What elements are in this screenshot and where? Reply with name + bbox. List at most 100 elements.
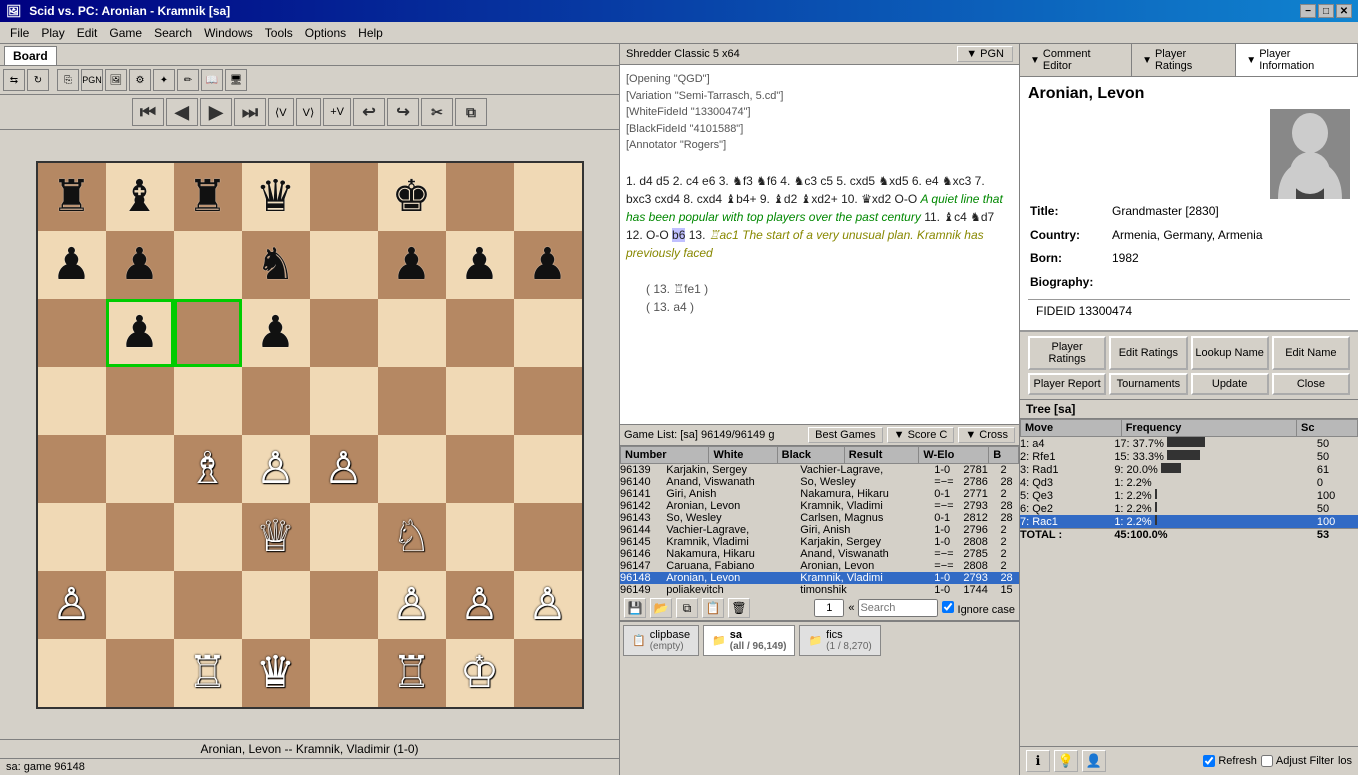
tree-move[interactable]: 4: Qd3: [1020, 476, 1114, 489]
comment-editor-tab[interactable]: ▼ Comment Editor: [1020, 44, 1132, 76]
info-icon-button[interactable]: ℹ: [1026, 750, 1050, 772]
tree-col-freq[interactable]: Frequency: [1121, 420, 1296, 437]
truncate-button[interactable]: ✂: [421, 98, 453, 126]
adjust-filter-checkbox[interactable]: [1261, 755, 1273, 767]
tree-row[interactable]: 1: a4 17: 37.7% 50: [1020, 437, 1358, 450]
menu-windows[interactable]: Windows: [198, 24, 259, 42]
square-e5[interactable]: [310, 367, 378, 435]
square-a6[interactable]: [38, 299, 106, 367]
search-filter-input[interactable]: [858, 599, 938, 617]
square-f8[interactable]: ♚: [378, 163, 446, 231]
square-a3[interactable]: [38, 503, 106, 571]
col-white[interactable]: White: [709, 447, 777, 464]
square-a1[interactable]: [38, 639, 106, 707]
variation2[interactable]: ( 13. a4 ): [646, 300, 694, 314]
menu-help[interactable]: Help: [352, 24, 389, 42]
refresh-checkbox[interactable]: [1203, 755, 1215, 767]
score-button[interactable]: ▼ Score C: [887, 427, 955, 443]
square-c5[interactable]: [174, 367, 242, 435]
tree-move[interactable]: 5: Qe3: [1020, 489, 1114, 502]
square-h3[interactable]: [514, 503, 582, 571]
col-number[interactable]: Number: [621, 447, 709, 464]
ignore-case-checkbox[interactable]: [942, 601, 954, 613]
delete-icon-button[interactable]: 🗑: [728, 598, 750, 618]
tree-col-move[interactable]: Move: [1021, 420, 1122, 437]
square-a7[interactable]: ♟: [38, 231, 106, 299]
edit-name-button[interactable]: Edit Name: [1272, 336, 1350, 370]
square-e3[interactable]: [310, 503, 378, 571]
tree-row[interactable]: 2: Rfe1 15: 33.3% 50: [1020, 450, 1358, 463]
game-list-row[interactable]: 96145 Kramnik, Vladimi Karjakin, Sergey …: [620, 536, 1019, 548]
square-d4[interactable]: ♙: [242, 435, 310, 503]
game-list-row[interactable]: 96144 Vachier-Lagrave, Giri, Anish 1-0 2…: [620, 524, 1019, 536]
square-g7[interactable]: ♟: [446, 231, 514, 299]
game-list-scroll[interactable]: 96139 Karjakin, Sergey Vachier-Lagrave, …: [620, 464, 1019, 596]
highlighted-move[interactable]: b6: [672, 228, 685, 242]
square-d7[interactable]: ♞: [242, 231, 310, 299]
tree-move[interactable]: 2: Rfe1: [1020, 450, 1114, 463]
square-h4[interactable]: [514, 435, 582, 503]
variation1[interactable]: ( 13. ♖fe1 ): [646, 282, 708, 296]
square-c7[interactable]: [174, 231, 242, 299]
open-icon-button[interactable]: 📂: [650, 598, 672, 618]
square-b3[interactable]: [106, 503, 174, 571]
best-games-button[interactable]: Best Games: [808, 427, 883, 443]
square-f5[interactable]: [378, 367, 446, 435]
tree-move[interactable]: 3: Rad1: [1020, 463, 1114, 476]
square-g5[interactable]: [446, 367, 514, 435]
tree-move[interactable]: 6: Qe2: [1020, 502, 1114, 515]
square-a4[interactable]: [38, 435, 106, 503]
square-d5[interactable]: [242, 367, 310, 435]
square-f1[interactable]: ♖: [378, 639, 446, 707]
maximize-button[interactable]: □: [1318, 4, 1334, 18]
square-d3[interactable]: ♕: [242, 503, 310, 571]
square-h6[interactable]: [514, 299, 582, 367]
square-g3[interactable]: [446, 503, 514, 571]
square-a8[interactable]: ♜: [38, 163, 106, 231]
square-c8[interactable]: ♜: [174, 163, 242, 231]
col-result[interactable]: Result: [844, 447, 919, 464]
menu-search[interactable]: Search: [148, 24, 198, 42]
square-h8[interactable]: [514, 163, 582, 231]
menu-play[interactable]: Play: [35, 24, 70, 42]
square-e2[interactable]: [310, 571, 378, 639]
update-button[interactable]: Update: [1191, 373, 1269, 395]
rotate-button[interactable]: ↻: [27, 69, 49, 91]
square-h1[interactable]: [514, 639, 582, 707]
square-b4[interactable]: [106, 435, 174, 503]
cross-button[interactable]: ▼ Cross: [958, 427, 1015, 443]
square-b5[interactable]: [106, 367, 174, 435]
square-c1[interactable]: ♖: [174, 639, 242, 707]
edit-ratings-button[interactable]: Edit Ratings: [1109, 336, 1187, 370]
player-ratings-button[interactable]: Player Ratings: [1028, 336, 1106, 370]
edit-pieces-button[interactable]: ✏: [177, 69, 199, 91]
tree-row[interactable]: 7: Rac1 1: 2.2% 100: [1020, 515, 1358, 529]
square-f3[interactable]: ♘: [378, 503, 446, 571]
tree-row[interactable]: 3: Rad1 9: 20.0% 61: [1020, 463, 1358, 476]
square-c6[interactable]: [174, 299, 242, 367]
menu-tools[interactable]: Tools: [259, 24, 299, 42]
square-f7[interactable]: ♟: [378, 231, 446, 299]
square-d8[interactable]: ♛: [242, 163, 310, 231]
paste-button[interactable]: ⎘: [57, 69, 79, 91]
next-var-button[interactable]: V⟩: [296, 98, 322, 126]
pgn-button[interactable]: PGN: [81, 69, 103, 91]
game-text-area[interactable]: [Opening "QGD"] [Variation "Semi-Tarrasc…: [620, 65, 1019, 425]
square-f2[interactable]: ♙: [378, 571, 446, 639]
game-list-row[interactable]: 96141 Giri, Anish Nakamura, Hikaru 0-1 2…: [620, 488, 1019, 500]
game-list-row[interactable]: 96142 Aronian, Levon Kramnik, Vladimi =−…: [620, 500, 1019, 512]
square-g4[interactable]: [446, 435, 514, 503]
square-a5[interactable]: [38, 367, 106, 435]
tree-move[interactable]: 1: a4: [1020, 437, 1114, 450]
square-d2[interactable]: [242, 571, 310, 639]
puzzle-button[interactable]: ✦: [153, 69, 175, 91]
square-h5[interactable]: [514, 367, 582, 435]
to-start-button[interactable]: ↩: [353, 98, 385, 126]
person-icon-button[interactable]: 👤: [1082, 750, 1106, 772]
tree-row[interactable]: 6: Qe2 1: 2.2% 50: [1020, 502, 1358, 515]
col-b[interactable]: B: [989, 447, 1019, 464]
square-g2[interactable]: ♙: [446, 571, 514, 639]
square-b7[interactable]: ♟: [106, 231, 174, 299]
copy-button[interactable]: ⧉: [455, 98, 487, 126]
menu-game[interactable]: Game: [103, 24, 148, 42]
